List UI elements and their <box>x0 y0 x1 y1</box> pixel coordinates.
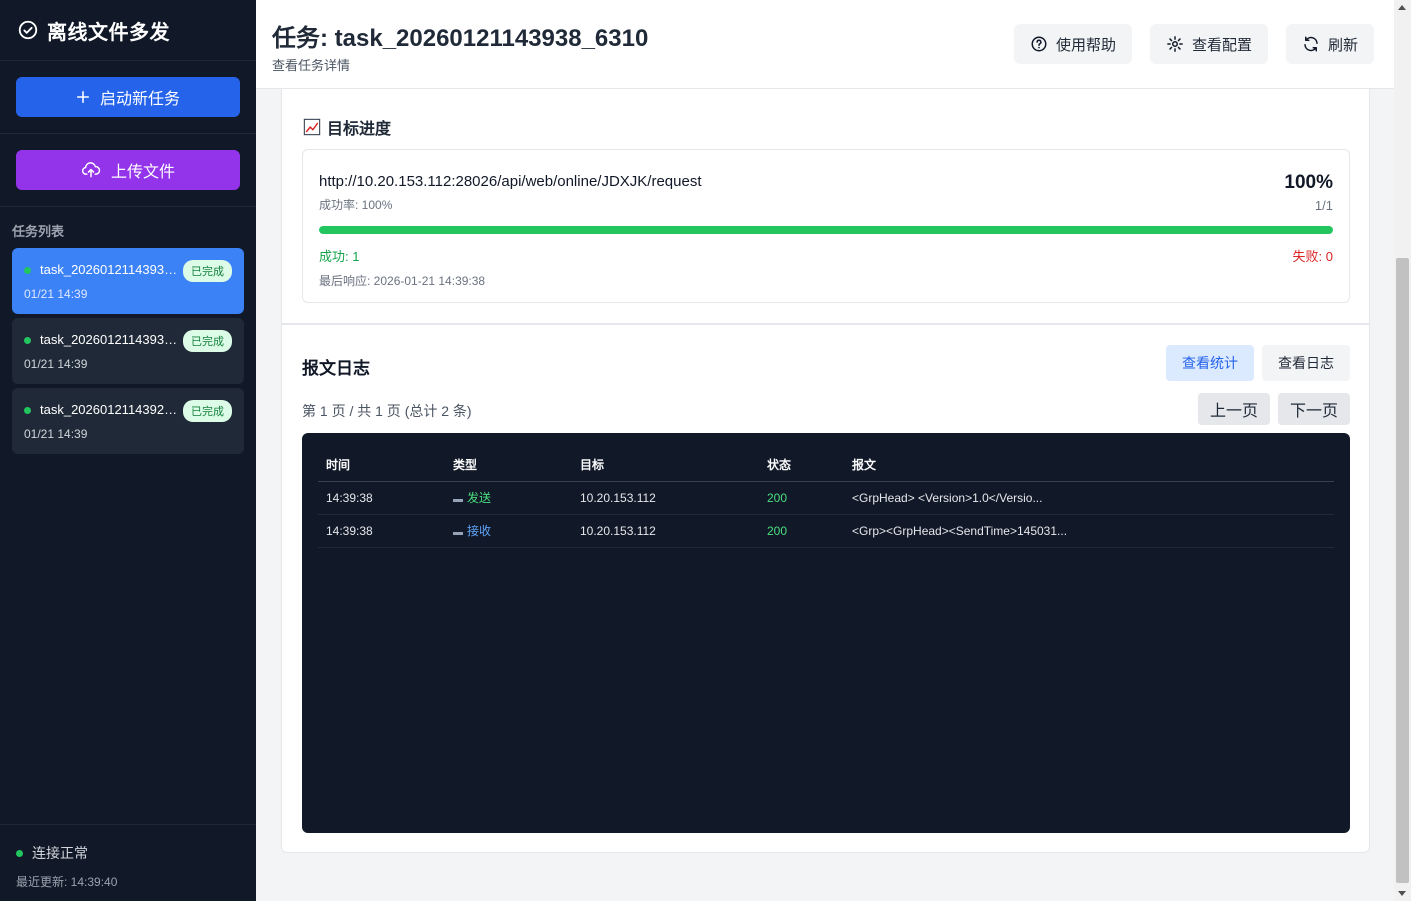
upload-button[interactable]: 上传文件 <box>16 150 240 190</box>
progress-fraction: 1/1 <box>1314 198 1333 213</box>
type-label: 发送 <box>467 491 492 505</box>
log-table: 时间 类型 目标 状态 报文 14:39:38 ▬ 发送 10.20.153.11… <box>318 449 1334 548</box>
sidebar: 离线文件多发 启动新任务 上传文件 任务列表 task_202601211439… <box>0 0 256 901</box>
gear-icon <box>1167 36 1183 52</box>
fail-count: 失败: 0 <box>1292 249 1333 264</box>
status-dot <box>24 407 31 414</box>
task-list-title: 任务列表 <box>12 224 65 239</box>
cell-message: <Grp><GrpHead><SendTime>145031... <box>844 514 1334 548</box>
progress-section-title: 目标进度 <box>303 115 391 139</box>
refresh-button[interactable]: 刷新 <box>1286 24 1375 64</box>
task-list-item[interactable]: task_20260121143925_1177 已完成 01/21 14:39 <box>12 388 244 454</box>
cell-time: 14:39:38 <box>318 481 445 515</box>
page-title: 任务: task_20260121143938_6310 <box>272 25 649 52</box>
question-circle-icon <box>1031 36 1047 52</box>
success-rate: 成功率: 100% <box>319 198 393 212</box>
brand: 离线文件多发 <box>0 0 256 61</box>
task-time: 01/21 14:39 <box>24 427 88 441</box>
cloud-upload-icon <box>81 162 101 178</box>
task-time: 01/21 14:39 <box>24 357 88 371</box>
progress-percent: 100% <box>1284 172 1333 193</box>
table-header-row: 时间 类型 目标 状态 报文 <box>318 449 1334 482</box>
view-logs-button[interactable]: 查看日志 <box>1262 345 1350 381</box>
column-header: 报文 <box>844 449 1334 482</box>
scroll-up-icon[interactable] <box>1398 5 1406 10</box>
page-scrollbar[interactable] <box>1394 0 1411 901</box>
log-section-title: 报文日志 <box>302 359 370 378</box>
next-page-button[interactable]: 下一页 <box>1278 393 1350 425</box>
refresh-icon <box>1304 36 1318 52</box>
column-header: 类型 <box>445 449 572 482</box>
status-badge: 已完成 <box>183 260 232 282</box>
app-title: 离线文件多发 <box>47 21 170 44</box>
connection-status: 连接正常 <box>16 843 240 863</box>
message-log-card: 报文日志 查看统计 查看日志 第 1 页 / 共 1 页 (总计 2 条) 上一… <box>281 324 1370 853</box>
cell-message: <GrpHead> <Version>1.0</Versio... <box>844 481 1334 515</box>
help-label: 使用帮助 <box>1056 36 1117 54</box>
task-name: task_20260121143938_6310 <box>40 262 180 277</box>
new-task-button[interactable]: 启动新任务 <box>16 77 240 117</box>
config-label: 查看配置 <box>1192 36 1253 54</box>
table-row[interactable]: 14:39:38 ▬ 接收 10.20.153.112 200 <Grp><Grp… <box>318 514 1334 548</box>
prev-page-button[interactable]: 上一页 <box>1198 393 1270 425</box>
log-table-panel: 时间 类型 目标 状态 报文 14:39:38 ▬ 发送 10.20.153.11… <box>302 433 1350 833</box>
column-header: 时间 <box>318 449 445 482</box>
connection-dot <box>16 849 23 857</box>
table-row[interactable]: 14:39:38 ▬ 发送 10.20.153.112 200 <GrpHead>… <box>318 481 1334 515</box>
column-header: 状态 <box>759 449 844 482</box>
cell-target: 10.20.153.112 <box>572 481 759 515</box>
receive-icon: ▬ <box>453 527 463 538</box>
upload-block: 上传文件 <box>0 134 256 207</box>
upload-label: 上传文件 <box>110 164 175 181</box>
config-button[interactable]: 查看配置 <box>1150 24 1269 64</box>
plus-icon <box>76 90 90 104</box>
new-task-block: 启动新任务 <box>0 61 256 134</box>
connection-label: 连接正常 <box>32 845 88 861</box>
task-name: task_20260121143932_2841 <box>40 332 180 347</box>
scroll-down-icon[interactable] <box>1398 891 1406 896</box>
target-item: http://10.20.153.112:28026/api/web/onlin… <box>302 149 1350 303</box>
view-stats-button[interactable]: 查看统计 <box>1166 345 1254 381</box>
cell-type: ▬ 发送 <box>445 481 572 515</box>
cell-status: 200 <box>759 481 844 515</box>
status-dot <box>24 267 31 274</box>
sidebar-footer: 连接正常 最近更新: 14:39:40 <box>0 824 256 901</box>
scrollbar-thumb[interactable] <box>1396 258 1409 883</box>
status-badge: 已完成 <box>183 330 232 352</box>
page-header: 任务: task_20260121143938_6310 查看任务详情 使用帮助… <box>256 0 1394 89</box>
cell-target: 10.20.153.112 <box>572 514 759 548</box>
status-dot <box>24 337 31 344</box>
task-name: task_20260121143925_1177 <box>40 402 180 417</box>
refresh-label: 刷新 <box>1328 36 1359 54</box>
cell-status: 200 <box>759 514 844 548</box>
target-progress-card: 目标进度 http://10.20.153.112:28026/api/web/… <box>281 89 1370 324</box>
cell-type: ▬ 接收 <box>445 514 572 548</box>
send-icon: ▬ <box>453 494 463 505</box>
success-count: 成功: 1 <box>319 249 360 264</box>
check-circle-icon <box>18 20 38 40</box>
cell-time: 14:39:38 <box>318 514 445 548</box>
type-label: 接收 <box>467 524 492 538</box>
task-list-item[interactable]: task_20260121143938_6310 已完成 01/21 14:39 <box>12 248 244 314</box>
help-button[interactable]: 使用帮助 <box>1014 24 1133 64</box>
task-list-item[interactable]: task_20260121143932_2841 已完成 01/21 14:39 <box>12 318 244 384</box>
progress-bar <box>319 226 1333 234</box>
status-badge: 已完成 <box>183 400 232 422</box>
new-task-label: 启动新任务 <box>99 91 180 108</box>
last-response: 最后响应: 2026-01-21 14:39:38 <box>319 274 486 288</box>
target-url: http://10.20.153.112:28026/api/web/onlin… <box>319 173 702 190</box>
page-info: 第 1 页 / 共 1 页 (总计 2 条) <box>302 403 472 419</box>
page-subtitle: 查看任务详情 <box>272 58 351 73</box>
task-time: 01/21 14:39 <box>24 287 88 301</box>
last-updated: 最近更新: 14:39:40 <box>16 875 118 889</box>
progress-bar-fill <box>319 226 1333 234</box>
column-header: 目标 <box>572 449 759 482</box>
progress-title-text: 目标进度 <box>327 121 392 138</box>
chart-up-icon <box>303 118 321 136</box>
